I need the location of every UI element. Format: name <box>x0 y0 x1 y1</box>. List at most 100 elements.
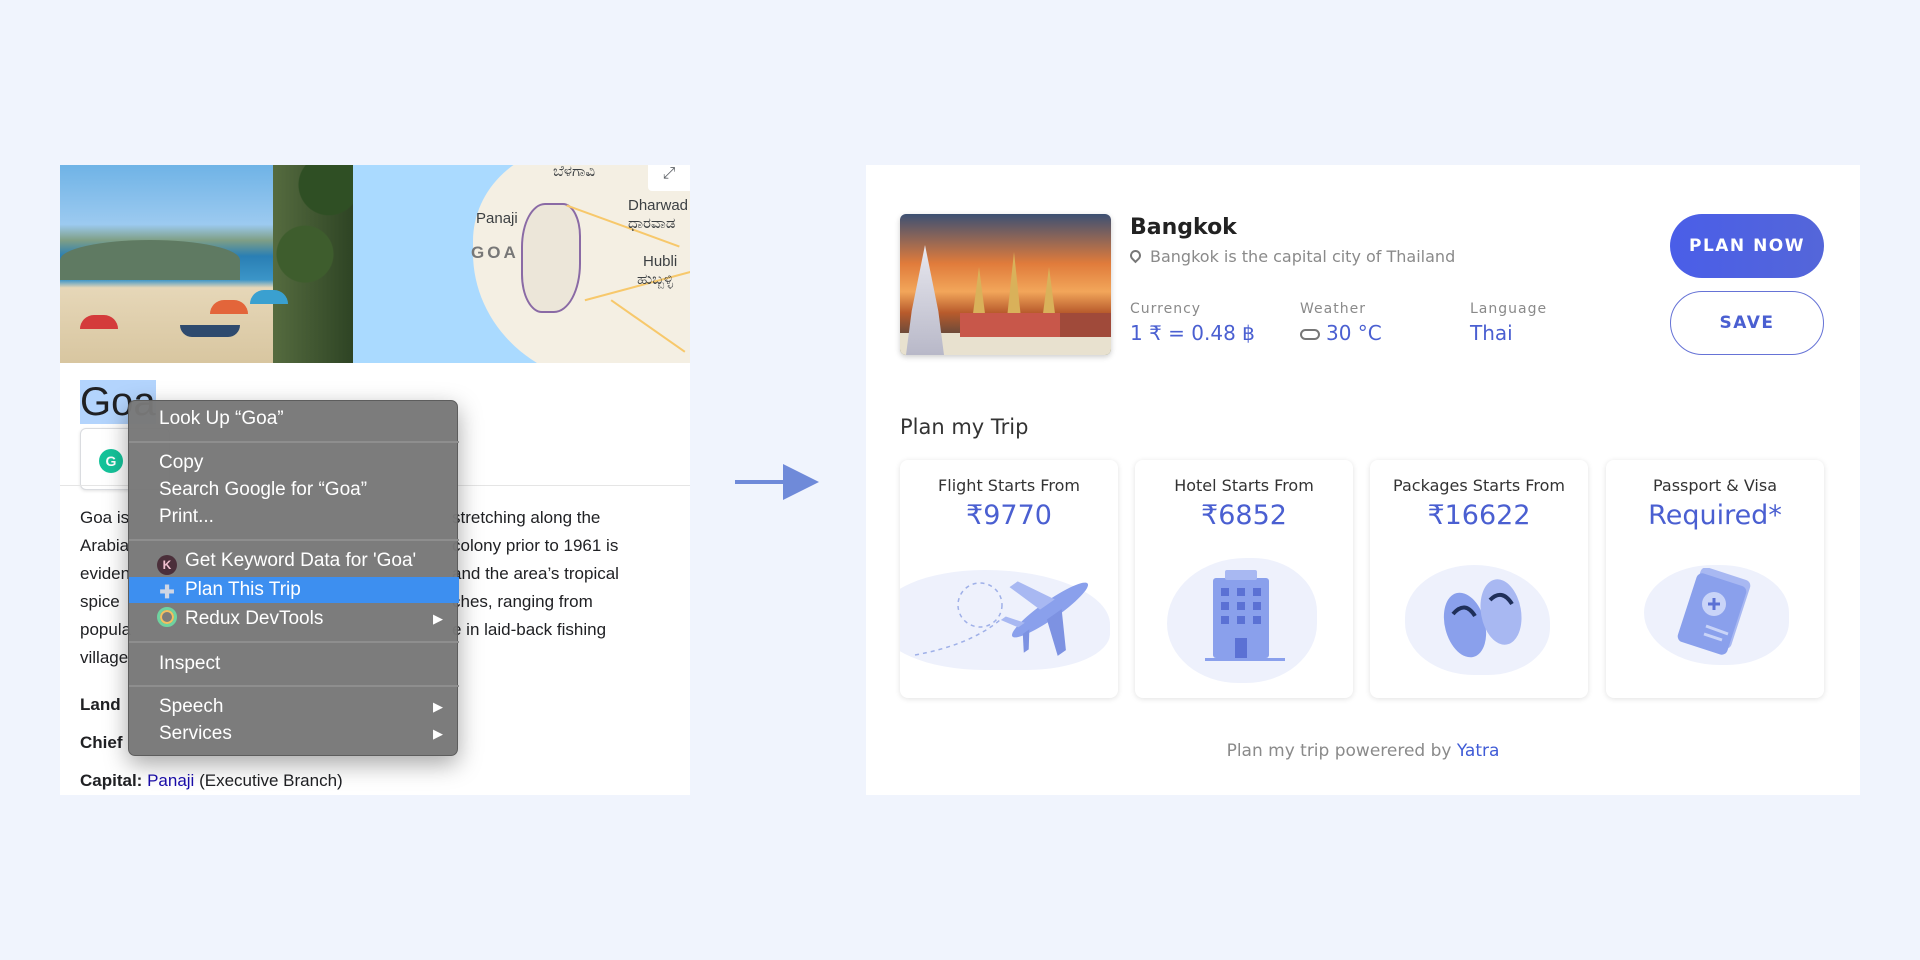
photo-temple <box>1060 313 1111 337</box>
description-line-right: colony prior to 1961 is <box>452 536 619 555</box>
goa-beach-photo[interactable] <box>60 165 353 363</box>
card-label: Flight Starts From <box>938 476 1080 495</box>
keywords-everywhere-icon: K <box>157 555 177 575</box>
menu-separator <box>129 685 459 687</box>
capital-link[interactable]: Panaji <box>147 771 194 790</box>
map-goa-outline <box>521 203 581 313</box>
map-label-hubli-kn: ಹುಬ್ಬಳ್ಳಿ <box>637 271 674 288</box>
weather-text: 30 °C <box>1326 321 1382 345</box>
menu-item-label: Copy <box>159 452 204 473</box>
capital-row: Capital: Panaji (Executive Branch) <box>80 771 343 791</box>
map-label-panaji: Panaji <box>476 210 518 227</box>
flip-flops-icon <box>1443 579 1522 658</box>
menu-item-keyword-data[interactable]: K Get Keyword Data for 'Goa' <box>129 548 459 575</box>
save-button[interactable]: SAVE <box>1670 291 1824 355</box>
photo-umbrella <box>250 290 288 304</box>
city-name: Bangkok <box>1130 215 1237 240</box>
card-label: Hotel Starts From <box>1174 476 1314 495</box>
currency-label: Currency <box>1130 301 1202 317</box>
card-label: Passport & Visa <box>1652 476 1778 495</box>
trip-planner-widget: Bangkok Bangkok is the capital city of T… <box>866 165 1860 795</box>
submenu-arrow-icon: ▶ <box>433 726 443 741</box>
redux-icon <box>157 607 177 627</box>
photo-temple <box>960 313 1070 337</box>
description-line: popula <box>80 620 132 639</box>
fact-label: Chief <box>80 733 123 752</box>
description-line: spice <box>80 592 120 611</box>
submenu-arrow-icon: ▶ <box>433 611 443 626</box>
menu-item-search-google[interactable]: Search Google for “Goa” <box>129 477 459 503</box>
map-expand-icon[interactable]: ⤢ <box>648 165 690 191</box>
flow-arrow-icon <box>735 464 819 500</box>
photo-chedi <box>906 245 944 355</box>
fact-row: Land <box>80 695 121 715</box>
card-value: Required* <box>1648 500 1782 531</box>
weather-label: Weather <box>1300 301 1366 317</box>
menu-separator <box>129 441 459 443</box>
photo-umbrella <box>80 315 118 329</box>
photo-hill <box>60 240 240 280</box>
card-value: ₹16622 <box>1427 500 1531 531</box>
card-label: Packages Starts From <box>1393 476 1565 495</box>
language-value: Thai <box>1470 321 1513 345</box>
plan-now-button[interactable]: PLAN NOW <box>1670 214 1824 278</box>
menu-item-label: Speech <box>159 696 224 717</box>
capital-label: Capital: <box>80 771 143 790</box>
language-label: Language <box>1470 301 1548 317</box>
map-label-belagavi: ಬೆಳಗಾವಿ <box>553 165 596 180</box>
airplane-icon <box>914 581 1089 656</box>
menu-item-label: Plan This Trip <box>185 579 301 600</box>
passport-icon <box>1677 568 1751 655</box>
description-line-right: e in laid-back fishing <box>452 620 607 639</box>
menu-item-print[interactable]: Print... <box>129 504 459 530</box>
capital-note: (Executive Branch) <box>199 771 343 790</box>
puzzle-icon: ✚ <box>159 582 175 602</box>
grammarly-icon[interactable]: G <box>99 449 123 473</box>
menu-item-label: Redux DevTools <box>185 608 324 629</box>
menu-item-label: Print... <box>159 506 214 527</box>
city-description-text: Bangkok is the capital city of Thailand <box>1150 247 1456 266</box>
menu-item-inspect[interactable]: Inspect <box>129 651 459 677</box>
description-line: Goa is <box>80 508 130 527</box>
fact-label: Land <box>80 695 121 714</box>
description-line: eviden <box>80 564 131 583</box>
fact-row: Chief <box>80 733 123 753</box>
photo-palms <box>273 165 353 363</box>
menu-item-copy[interactable]: Copy <box>129 450 459 476</box>
yatra-link[interactable]: Yatra <box>1457 741 1500 761</box>
photo-umbrella <box>210 300 248 314</box>
card-value: ₹6852 <box>1201 500 1287 531</box>
menu-separator <box>129 539 459 541</box>
map-label-hubli: Hubli <box>643 253 678 270</box>
hotel-icon <box>1205 570 1285 661</box>
description-line-right: ches, ranging from <box>452 592 593 611</box>
context-menu: Look Up “Goa” Copy Search Google for “Go… <box>128 400 459 756</box>
menu-item-services[interactable]: Services ▶ <box>129 721 459 747</box>
hotel-card[interactable]: Hotel Starts From ₹6852 <box>1135 460 1353 698</box>
description-line: Arabia <box>80 536 130 555</box>
city-description: Bangkok is the capital city of Thailand <box>1127 247 1456 266</box>
menu-item-label: Services <box>159 723 232 744</box>
menu-item-label: Search Google for “Goa” <box>159 479 368 500</box>
powered-by: Plan my trip powerered by Yatra <box>866 741 1860 761</box>
menu-item-plan-this-trip[interactable]: ✚ Plan This Trip <box>129 577 459 603</box>
passport-card[interactable]: Passport & Visa Required* <box>1606 460 1824 698</box>
description-line-right: stretching along the <box>452 508 601 527</box>
menu-item-label: Inspect <box>159 653 221 674</box>
map-label-dharwad-kn: ಧಾರವಾಡ <box>628 215 676 232</box>
goa-map[interactable]: ಬೆಳಗಾವಿ Dharwad ಧಾರವಾಡ Panaji GOA Hubli … <box>353 165 690 363</box>
menu-item-speech[interactable]: Speech ▶ <box>129 694 459 720</box>
packages-card[interactable]: Packages Starts From ₹16622 <box>1370 460 1588 698</box>
currency-value: 1 ₹ = 0.48 ฿ <box>1130 321 1255 345</box>
photo-boat <box>180 325 240 337</box>
menu-item-redux-devtools[interactable]: Redux DevTools ▶ <box>129 606 459 632</box>
cloud-icon <box>1300 329 1320 340</box>
weather-value: 30 °C <box>1300 321 1382 345</box>
map-label-dharwad: Dharwad <box>628 197 689 214</box>
card-value: ₹9770 <box>966 500 1052 531</box>
description-line: village <box>80 648 129 667</box>
flight-card[interactable]: Flight Starts From ₹9770 <box>900 460 1118 698</box>
section-title: Plan my Trip <box>900 415 1029 439</box>
menu-item-lookup[interactable]: Look Up “Goa” <box>129 406 459 432</box>
menu-item-label: Get Keyword Data for 'Goa' <box>185 550 417 571</box>
